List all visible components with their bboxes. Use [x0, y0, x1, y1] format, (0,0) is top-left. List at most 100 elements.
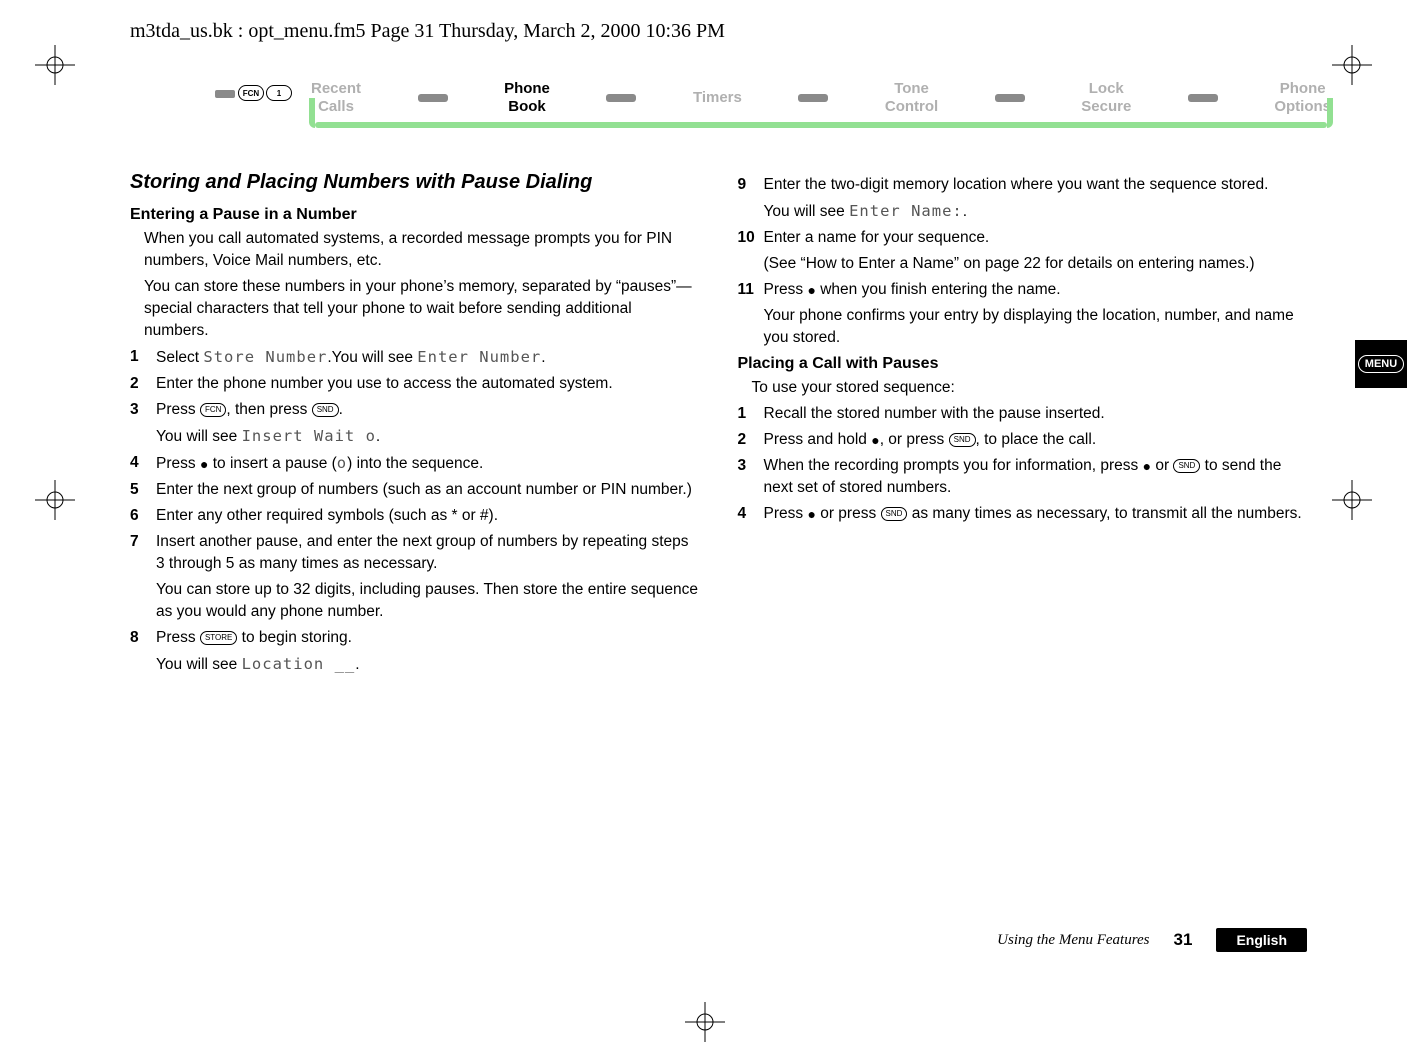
step-text: , then press [226, 401, 311, 418]
snd-key-icon: SND [881, 507, 908, 521]
paragraph: To use your stored sequence: [752, 377, 1308, 399]
step-item: 11 Press ● when you finish entering the … [738, 279, 1308, 349]
nav-item-timers: Timers [687, 89, 748, 107]
step-item: 5 Enter the next group of numbers (such … [130, 479, 700, 501]
column-right: 9 Enter the two-digit memory location wh… [738, 170, 1308, 902]
nav-item-label: Phone [504, 80, 550, 97]
step-text: when you finish entering the name. [816, 281, 1061, 298]
nav-item-label: Lock [1089, 80, 1124, 97]
step-item: 1 Select Store Number.You will see Enter… [130, 346, 700, 369]
smart-key-icon: ● [807, 503, 815, 525]
nav-breadcrumb: FCN 1 Recent Calls Phone Book Timers Ton… [200, 80, 1337, 150]
lcd-text: Location __ [242, 655, 356, 673]
step-text: You can store up to 32 digits, including… [156, 579, 700, 623]
lcd-text: Enter Name: [849, 202, 963, 220]
step-text: Press and hold [764, 431, 872, 448]
step-item: 2 Press and hold ●, or press SND, to pla… [738, 429, 1308, 451]
step-item: 2 Enter the phone number you use to acce… [130, 373, 700, 395]
fcn-key-icon: FCN [200, 403, 226, 417]
snd-key-icon: SND [312, 403, 339, 417]
step-text: . [541, 349, 545, 366]
crop-mark-icon [35, 45, 75, 85]
step-text: .You will see [327, 349, 417, 366]
store-key-icon: STORE [200, 631, 237, 645]
step-item: 3 Press FCN, then press SND. You will se… [130, 399, 700, 448]
fcn-key-icon: FCN [238, 85, 264, 101]
lcd-text: Insert Wait o [242, 427, 376, 445]
step-item: 6 Enter any other required symbols (such… [130, 505, 700, 527]
step-text: . [339, 401, 343, 418]
step-item: 8 Press STORE to begin storing. You will… [130, 627, 700, 676]
section-title: Storing and Placing Numbers with Pause D… [130, 170, 700, 194]
menu-tab: MENU [1355, 340, 1407, 388]
nav-item-phone-book: Phone Book [498, 80, 556, 116]
nav-item-lock-secure: Lock Secure [1075, 80, 1137, 116]
step-text: , or press [880, 431, 949, 448]
page-footer: Using the Menu Features 31 English [130, 928, 1307, 952]
sub-title: Entering a Pause in a Number [130, 206, 700, 224]
smart-key-icon: ● [871, 429, 879, 451]
step-item: 7 Insert another pause, and enter the ne… [130, 531, 700, 623]
smart-key-icon: ● [1143, 455, 1151, 477]
step-item: 1 Recall the stored number with the paus… [738, 403, 1308, 425]
step-text: You will see [156, 656, 242, 673]
step-text: You will see [156, 428, 242, 445]
nav-connector-icon [418, 94, 448, 102]
nav-item-label: Calls [318, 98, 354, 115]
step-text: . [355, 656, 359, 673]
nav-connector-icon [1188, 94, 1218, 102]
footer-language-badge: English [1216, 928, 1307, 952]
nav-item-label: Control [885, 98, 938, 115]
step-text: (See “How to Enter a Name” on page 22 fo… [764, 253, 1308, 275]
step-text: Press [764, 281, 808, 298]
lcd-text: Enter Number [417, 348, 541, 366]
nav-key-combo: FCN 1 [238, 85, 292, 101]
step-text: as many times as necessary, to transmit … [907, 505, 1301, 522]
step-text: ) into the sequence. [347, 455, 483, 472]
nav-connector-icon [606, 94, 636, 102]
step-text: . [963, 203, 967, 220]
paragraph: When you call automated systems, a recor… [144, 228, 700, 272]
step-item: 4 Press ● to insert a pause (o) into the… [130, 452, 700, 475]
step-item: 9 Enter the two-digit memory location wh… [738, 174, 1308, 223]
step-text: Press [156, 629, 200, 646]
nav-item-label: Options [1274, 98, 1331, 115]
nav-item-label: Secure [1081, 98, 1131, 115]
snd-key-icon: SND [949, 433, 976, 447]
step-item: 3 When the recording prompts you for inf… [738, 455, 1308, 499]
crop-mark-icon [1332, 45, 1372, 85]
smart-key-icon: ● [807, 279, 815, 301]
step-text: , to place the call. [976, 431, 1097, 448]
step-text: Enter any other required symbols (such a… [156, 507, 498, 524]
step-text: or press [816, 505, 881, 522]
lcd-text: Store Number [203, 348, 327, 366]
nav-start-bar-icon [215, 90, 235, 98]
step-text: Enter the two-digit memory location wher… [764, 176, 1269, 193]
step-text: Press [764, 505, 808, 522]
step-text: to begin storing. [237, 629, 352, 646]
step-text: Enter a name for your sequence. [764, 229, 990, 246]
step-item: 4 Press ● or press SND as many times as … [738, 503, 1308, 525]
nav-connector-icon [995, 94, 1025, 102]
step-text: to insert a pause ( [208, 455, 336, 472]
nav-item-label: Book [508, 98, 546, 115]
column-left: Storing and Placing Numbers with Pause D… [130, 170, 700, 902]
step-text: You will see [764, 203, 850, 220]
step-text: Enter the next group of numbers (such as… [156, 481, 692, 498]
crop-mark-icon [1332, 480, 1372, 520]
nav-underline-icon [315, 122, 1327, 128]
step-item: 10 Enter a name for your sequence. (See … [738, 227, 1308, 275]
step-text: . [376, 428, 380, 445]
page-header: m3tda_us.bk : opt_menu.fm5 Page 31 Thurs… [130, 20, 725, 43]
one-key-icon: 1 [266, 85, 292, 101]
step-text: When the recording prompts you for infor… [764, 457, 1143, 474]
step-text: or [1151, 457, 1173, 474]
crop-mark-icon [685, 1002, 725, 1042]
footer-page-number: 31 [1174, 930, 1193, 950]
crop-mark-icon [35, 480, 75, 520]
step-text: Recall the stored number with the pause … [764, 405, 1105, 422]
nav-item-label: Phone [1280, 80, 1326, 97]
lcd-text: o [337, 454, 347, 472]
sub-title: Placing a Call with Pauses [738, 355, 1308, 373]
paragraph: You can store these numbers in your phon… [144, 276, 700, 342]
